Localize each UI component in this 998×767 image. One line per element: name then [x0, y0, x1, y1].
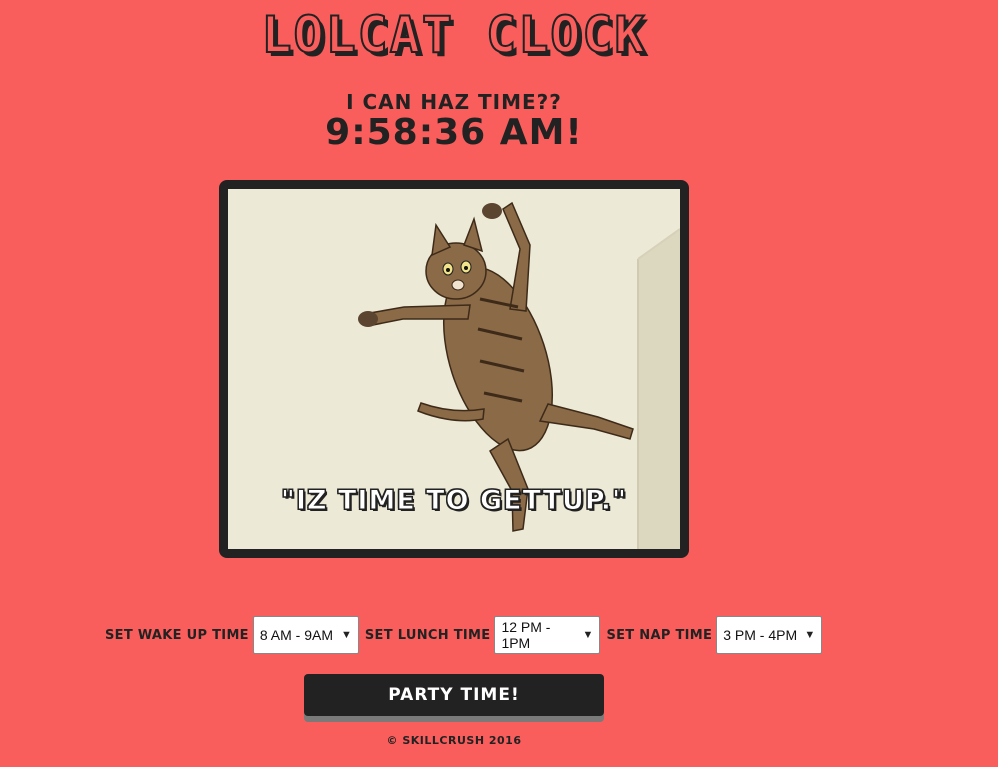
wake-time-select[interactable]: 8 AM - 9AM ▼ [252, 616, 359, 654]
image-caption: "IZ TIME TO GETTUP." [280, 485, 628, 517]
lolcat-image: "IZ TIME TO GETTUP." [228, 189, 680, 549]
lunch-time-value: 12 PM - 1PM [501, 619, 551, 651]
party-time-button[interactable]: Party Time! [304, 674, 604, 716]
lunch-time-select[interactable]: 12 PM - 1PM ▼ [494, 616, 601, 654]
wake-time-value: 8 AM - 9AM [259, 627, 334, 643]
nap-time-select[interactable]: 3 PM - 4PM ▼ [716, 616, 823, 654]
lunch-time-label: Set lunch time [364, 627, 491, 643]
nap-time-label: Set nap time [606, 627, 713, 643]
lolcat-image-frame: "IZ TIME TO GETTUP." [219, 180, 689, 558]
clock-display: 9:58:36 AM! [325, 112, 583, 153]
chevron-down-icon: ▼ [340, 629, 352, 641]
subtitle: I can haz time?? [346, 90, 562, 114]
wake-time-label: Set wake up time [105, 627, 249, 643]
chevron-down-icon: ▼ [804, 629, 816, 641]
time-settings: Set wake up time 8 AM - 9AM ▼ Set lunch … [105, 616, 824, 654]
page-title: Lolcat Clock [260, 5, 647, 65]
nap-time-value: 3 PM - 4PM [723, 627, 798, 643]
chevron-down-icon: ▼ [582, 629, 594, 641]
footer-copyright: © SkillCrush 2016 [386, 734, 522, 747]
